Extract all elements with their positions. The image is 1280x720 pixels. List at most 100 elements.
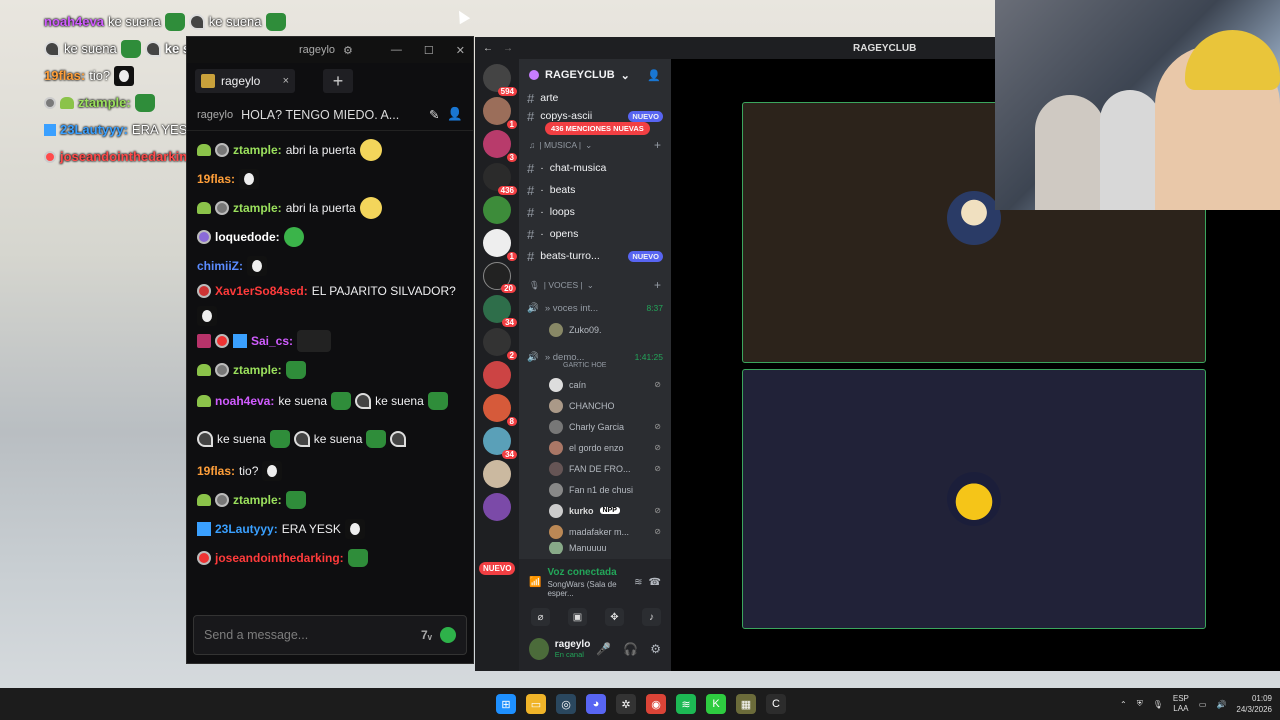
add-member-icon[interactable]: 👤 (647, 69, 661, 82)
microphone-icon[interactable]: 🎙 (1153, 700, 1163, 709)
loop-icon: · (540, 206, 544, 218)
server-icon[interactable] (483, 196, 511, 224)
message-username[interactable]: Xav1erSo84sed: (215, 280, 308, 302)
channel-loops[interactable]: # · loops (519, 201, 671, 223)
channel-opens[interactable]: # · opens (519, 223, 671, 245)
server-icon[interactable]: 1 (483, 97, 517, 129)
minimize-icon[interactable]: — (391, 44, 402, 56)
server-icon[interactable]: 34 (483, 295, 517, 327)
message-username[interactable]: Sai_cs: (251, 330, 293, 352)
screen-share-icon[interactable]: ▣ (568, 608, 587, 626)
tab-close-button[interactable]: × (283, 75, 289, 87)
voice-user[interactable]: CHANCHO (519, 395, 671, 416)
green-emote-icon (285, 360, 306, 379)
new-servers-pill[interactable]: NUEVO (479, 562, 516, 575)
app-icon[interactable]: ✲ (616, 694, 636, 714)
steam-icon[interactable]: ◎ (556, 694, 576, 714)
message-username[interactable]: ztample: (233, 197, 282, 219)
chatterino-icon[interactable]: C (766, 694, 786, 714)
emote-picker-icon[interactable] (440, 627, 456, 643)
server-icon[interactable] (483, 493, 511, 521)
voice-user[interactable]: caín ⊘ (519, 374, 671, 395)
file-explorer-icon[interactable]: ▭ (526, 694, 546, 714)
category-voces[interactable]: 🎙 | VOCES | ⌄ + (519, 273, 671, 297)
voice-user[interactable]: Fan n1 de chusi (519, 479, 671, 500)
window-titlebar[interactable]: rageylo ⚙ — ☐ ✕ (187, 37, 473, 63)
server-icon[interactable]: 436 (483, 163, 517, 195)
server-icon[interactable]: 3 (483, 130, 517, 162)
message-username[interactable]: 19flas: (197, 460, 235, 482)
dm-home-icon[interactable]: 594 (483, 64, 517, 96)
channel-arte[interactable]: # arte (519, 91, 671, 106)
spotify-icon[interactable]: ≋ (676, 694, 696, 714)
voice-user[interactable]: kurko NPP ⊘ (519, 500, 671, 521)
input-language[interactable]: ESP LAA (1173, 694, 1189, 714)
channel-beats-turro[interactable]: # beats-turro... NUEVO (519, 245, 671, 267)
edit-pencil-icon[interactable]: ✎ (429, 107, 439, 122)
discord-icon[interactable]: ◕ (586, 694, 606, 714)
message-username[interactable]: joseandointhedarking: (215, 547, 344, 569)
soundboard-icon[interactable]: ♪ (642, 608, 661, 626)
channel-beats[interactable]: # · beats (519, 179, 671, 201)
message-username[interactable]: noah4eva: (215, 390, 274, 412)
headphones-icon[interactable]: 🎧 (623, 642, 638, 656)
seventv-icon[interactable]: 7ᵥ (421, 628, 432, 642)
signal-icon[interactable]: 📶 (529, 577, 541, 588)
kick-icon[interactable]: K (706, 694, 726, 714)
voice-user[interactable]: Manuuuu (519, 542, 671, 554)
volume-icon[interactable]: 🔊 (1216, 700, 1226, 709)
forward-arrow-icon[interactable]: → (503, 43, 513, 54)
category-musica[interactable]: ♫ | MUSICA | ⌄ + (519, 133, 671, 157)
user-icon[interactable]: 👤 (447, 107, 463, 122)
chat-input[interactable]: Send a message... 7ᵥ (193, 615, 467, 655)
message-username[interactable]: ztample: (233, 359, 282, 381)
voice-user[interactable]: el gordo enzo ⊘ (519, 437, 671, 458)
voice-user[interactable]: madafaker m... ⊘ (519, 521, 671, 542)
channel-chat-musica[interactable]: # · chat-musica (519, 157, 671, 179)
defender-icon[interactable]: ⛨ (1137, 699, 1143, 709)
avatar (549, 419, 563, 434)
clock[interactable]: 01:09 24/3/2026 (1236, 693, 1272, 715)
gear-icon[interactable]: ⚙ (650, 642, 661, 656)
server-icon[interactable]: 34 (483, 427, 517, 459)
message-username[interactable]: 23Lautyyy: (215, 518, 278, 540)
network-icon[interactable]: ▭ (1199, 700, 1207, 709)
windows-start-icon[interactable]: ⊞ (496, 694, 516, 714)
voice-user[interactable]: Charly Garcia ⊘ (519, 416, 671, 437)
maximize-icon[interactable]: ☐ (424, 44, 434, 57)
mentions-pill[interactable]: 436 MENCIONES NUEVAS (545, 122, 650, 135)
activities-icon[interactable]: ✥ (605, 608, 624, 626)
camera-off-icon[interactable]: ⌀ (531, 608, 550, 626)
disconnect-icon[interactable]: ☎ (649, 577, 661, 588)
participant-tile[interactable] (742, 369, 1206, 629)
close-icon[interactable]: ✕ (456, 44, 465, 57)
server-header[interactable]: RAGEYCLUB ⌄ 👤 (519, 59, 671, 91)
back-arrow-icon[interactable]: ← (483, 43, 493, 54)
tab-rageylo[interactable]: rageylo × (195, 69, 295, 93)
chrome-icon[interactable]: ◉ (646, 694, 666, 714)
server-icon[interactable] (483, 361, 511, 389)
message-username[interactable]: ztample: (233, 139, 282, 161)
message-username[interactable]: loquedode: (215, 226, 280, 248)
server-icon[interactable] (483, 460, 511, 488)
voice-user[interactable]: FAN DE FRO... ⊘ (519, 458, 671, 479)
microphone-icon[interactable]: 🎤 (596, 642, 611, 656)
app-icon[interactable]: ▦ (736, 694, 756, 714)
noise-suppression-icon[interactable]: ≋ (634, 577, 642, 588)
message-username[interactable]: 19flas: (197, 168, 235, 190)
add-tab-button[interactable]: + (323, 69, 353, 93)
server-icon[interactable]: 8 (483, 394, 517, 426)
add-channel-icon[interactable]: + (654, 138, 661, 152)
server-icon[interactable]: 1 (483, 229, 517, 261)
voice-channel-name[interactable]: SongWars (Sala de esper... (547, 580, 628, 598)
add-channel-icon[interactable]: + (654, 278, 661, 292)
voice-channel[interactable]: 🔊 » voces int... 8:37 (519, 297, 671, 319)
avatar[interactable] (529, 638, 549, 660)
voice-user[interactable]: Zuko09. (519, 319, 671, 340)
message-username[interactable]: ztample: (233, 489, 282, 511)
settings-gear-icon[interactable]: ⚙ (343, 44, 353, 57)
chevron-up-icon[interactable]: ⌃ (1120, 700, 1127, 709)
server-icon[interactable]: 2 (483, 328, 517, 360)
server-icon[interactable]: 20 (483, 262, 516, 293)
message-username[interactable]: chimiiZ: (197, 255, 243, 277)
